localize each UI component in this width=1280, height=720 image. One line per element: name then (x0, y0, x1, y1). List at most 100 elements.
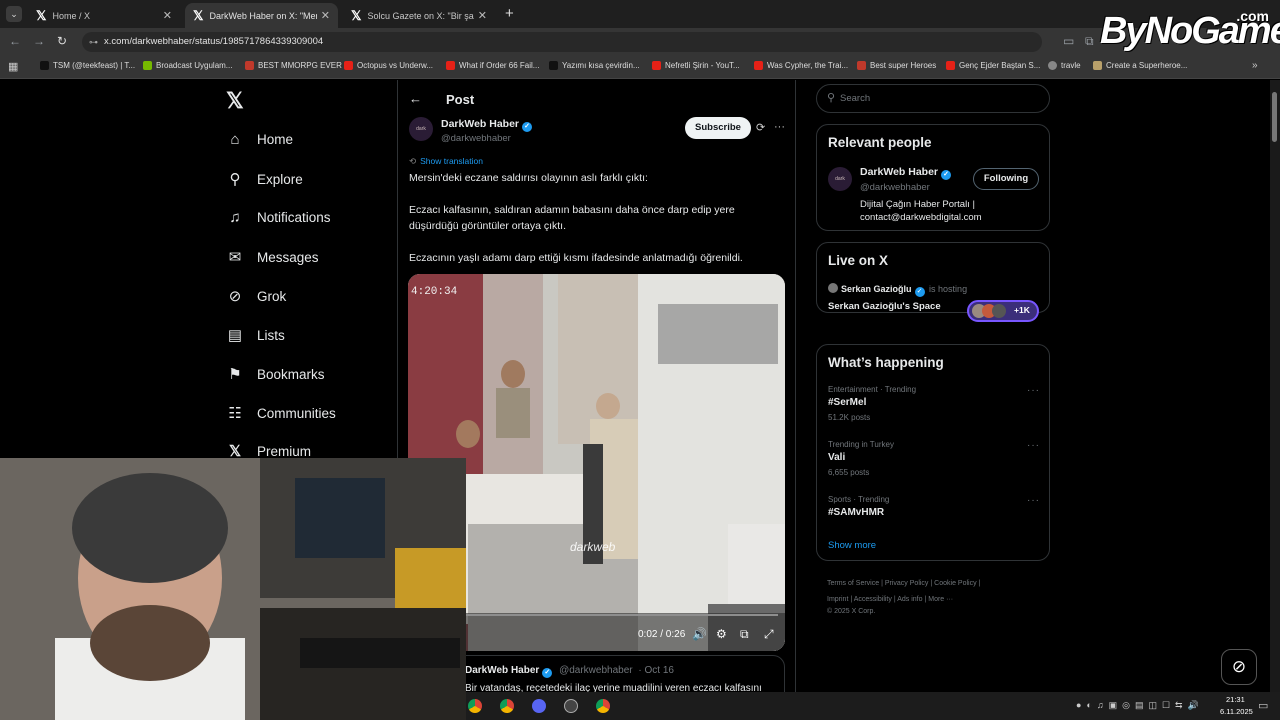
nav-label: Grok (257, 288, 287, 304)
volume-icon[interactable]: 🔊 (692, 627, 707, 641)
pip-icon[interactable]: ⧉ (740, 627, 749, 642)
tab-home[interactable]: 𝕏 Home / X ✕ (28, 3, 180, 28)
footer-divider: | (893, 596, 896, 603)
settings-gear-icon[interactable]: ⚙ (716, 627, 727, 641)
video-progress-track[interactable] (416, 614, 778, 616)
live-host[interactable]: Serkan Gazioğlu ✓ is hosting (828, 283, 967, 297)
taskbar-date[interactable]: 6.11.2025 (1220, 707, 1253, 716)
bookmark[interactable]: Best super Heroes (857, 61, 936, 70)
bookmark[interactable]: Create a Superheroe... (1093, 61, 1187, 70)
live-hosting-label: is hosting (929, 284, 968, 294)
more-options-icon[interactable]: ··· (1027, 440, 1040, 451)
nav-explore[interactable]: ⚲ Explore (226, 170, 303, 188)
reload-icon[interactable]: ↻ (57, 34, 67, 48)
nav-communities[interactable]: ☷ Communities (226, 404, 336, 422)
subscribe-button[interactable]: Subscribe (685, 117, 751, 139)
footer-links: Terms of Service | Privacy Policy | Cook… (827, 576, 1037, 624)
back-arrow-icon[interactable]: ← (409, 91, 422, 106)
youtube-icon (344, 61, 353, 70)
author-name[interactable]: DarkWeb Haber ✓ (441, 118, 533, 132)
address-bar[interactable]: ⊶ x.com/darkwebhaber/status/198571786433… (82, 32, 1042, 52)
bookmark[interactable]: Broadcast Uygulam... (143, 61, 232, 70)
scrollbar-thumb[interactable] (1272, 92, 1277, 142)
more-options-icon[interactable]: ··· (1027, 385, 1040, 396)
footer-link[interactable]: Privacy Policy (885, 580, 929, 587)
more-options-icon[interactable]: ··· (774, 121, 785, 133)
search-input[interactable]: ⚲ Search (816, 84, 1050, 113)
bookmark[interactable]: Was Cypher, the Trai... (754, 61, 848, 70)
folder-icon (1093, 61, 1102, 70)
bookmark[interactable]: BEST MMORPG EVER (245, 61, 342, 70)
taskbar-time[interactable]: 21:31 (1226, 695, 1245, 704)
tab-solcu-gazete[interactable]: 𝕏 Solcu Gazete on X: "Bir şahıs, Ya ✕ (343, 3, 495, 28)
site-info-icon[interactable]: ⊶ (89, 32, 98, 52)
back-icon[interactable]: ← (9, 34, 21, 48)
tab-darkweb-post[interactable]: 𝕏 DarkWeb Haber on X: "Mersin'd ✕ (185, 3, 338, 28)
close-tab-icon[interactable]: ✕ (163, 9, 172, 22)
forward-icon[interactable]: → (33, 34, 45, 48)
bookmark-label: travle (1061, 61, 1081, 70)
translate-icon[interactable]: ⧉ (1085, 34, 1094, 49)
grok-floating-button[interactable]: ⊘ (1221, 649, 1257, 685)
tab-label: Solcu Gazete on X: "Bir şahıs, Ya (367, 10, 474, 21)
search-icon: ⚲ (229, 171, 241, 188)
footer-link[interactable]: Imprint (827, 596, 848, 603)
discord-icon[interactable] (532, 699, 546, 713)
more-bookmarks-icon[interactable]: » (1252, 60, 1258, 71)
nav-lists[interactable]: ▤ Lists (226, 326, 285, 344)
nav-bookmarks[interactable]: ⚑ Bookmarks (226, 365, 324, 383)
trend-item[interactable]: Trending in Turkey Vali 6,655 posts ··· (828, 440, 1040, 484)
footer-link[interactable]: More ··· (928, 596, 953, 603)
fullscreen-icon[interactable]: ⤢ (764, 627, 774, 642)
author-handle[interactable]: @darkwebhaber (441, 133, 511, 144)
avatar[interactable]: dark (409, 117, 433, 141)
person-name[interactable]: DarkWeb Haber ✓ (860, 166, 952, 180)
notification-icon[interactable]: ▭ (1258, 699, 1268, 712)
nav-home[interactable]: ⌂ Home (226, 131, 293, 148)
avatar[interactable]: dark (828, 167, 852, 191)
bookmark[interactable]: What if Order 66 Fail... (446, 61, 539, 70)
more-options-icon[interactable]: ··· (1027, 495, 1040, 506)
show-more-link[interactable]: Show more (828, 540, 876, 551)
show-translation-label: Show translation (420, 156, 483, 166)
bookmark[interactable]: Genç Ejder Baştan S... (946, 61, 1040, 70)
tiktok-icon (40, 61, 49, 70)
live-listeners-pill[interactable]: +1K (967, 300, 1039, 322)
close-tab-icon[interactable]: ✕ (321, 9, 330, 22)
bookmark[interactable]: Nefretli Şirin - YouT... (652, 61, 740, 70)
live-space-name[interactable]: Serkan Gazioğlu's Space (828, 301, 941, 312)
page-scrollbar[interactable] (1270, 80, 1280, 692)
trend-name: #SAMvHMR (828, 507, 885, 518)
bookmark[interactable]: travle (1048, 61, 1081, 70)
apps-icon[interactable]: ▦ (8, 60, 18, 73)
app-icon[interactable] (564, 699, 578, 713)
bookmark[interactable]: TSM (@teekfeast) | T... (40, 61, 135, 70)
following-button[interactable]: Following (973, 168, 1039, 190)
close-tab-icon[interactable]: ✕ (478, 9, 487, 22)
footer-divider: | (924, 596, 927, 603)
footer-link[interactable]: Cookie Policy (934, 580, 976, 587)
new-tab-button[interactable]: + (505, 5, 514, 22)
footer-link[interactable]: Accessibility (854, 596, 892, 603)
x-logo-icon[interactable]: 𝕏 (226, 88, 244, 114)
tab-search-button[interactable]: ⌄ (6, 6, 22, 22)
chrome-icon[interactable] (500, 699, 514, 713)
trend-item[interactable]: Entertainment · Trending #SerMel 51.2K p… (828, 385, 1040, 429)
nav-notifications[interactable]: ♫ Notifications (226, 209, 331, 226)
nav-grok[interactable]: ⊘ Grok (226, 287, 287, 305)
chrome-icon[interactable] (596, 699, 610, 713)
nav-messages[interactable]: ✉ Messages (226, 248, 319, 266)
nav-label: Notifications (257, 210, 331, 225)
footer-link[interactable]: Terms of Service (827, 580, 879, 587)
cast-icon[interactable]: ▭ (1063, 34, 1074, 48)
footer-divider: | (978, 580, 981, 587)
grok-icon[interactable]: ⟳ (756, 121, 765, 134)
udemy-icon (245, 61, 254, 70)
chrome-icon[interactable] (468, 699, 482, 713)
bookmark[interactable]: Yazımı kısa çevirdin... (549, 61, 640, 70)
show-translation-link[interactable]: ⟲ Show translation (409, 156, 483, 167)
tray-icons[interactable]: ●◐♫▣◎▤◫☐⇆🔊 (1076, 700, 1204, 711)
bookmark[interactable]: Octopus vs Underw... (344, 61, 433, 70)
footer-link[interactable]: Ads info (897, 596, 922, 603)
trend-item[interactable]: Sports · Trending #SAMvHMR ··· (828, 495, 1040, 523)
